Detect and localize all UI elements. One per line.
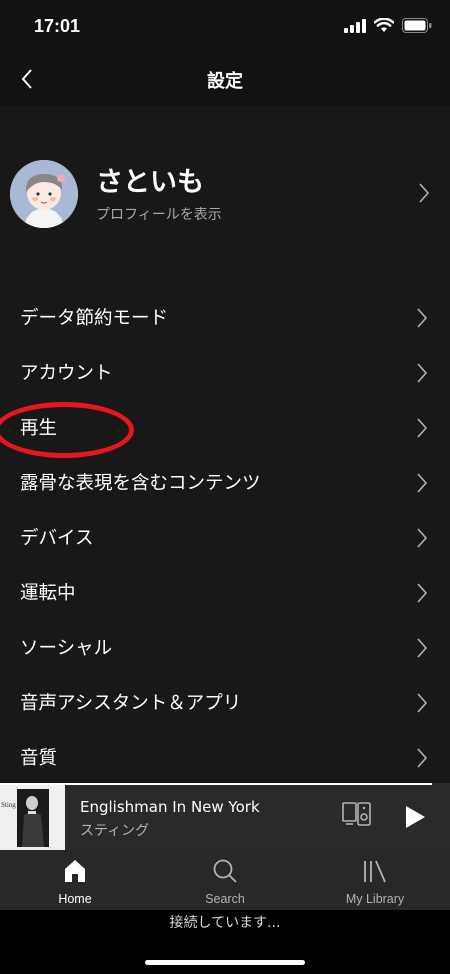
chevron-right-icon xyxy=(419,183,430,203)
profile-name: さといも xyxy=(96,167,204,198)
tab-library[interactable]: My Library xyxy=(300,850,450,910)
library-icon xyxy=(364,860,386,883)
menu-item-label: 再生 xyxy=(20,418,58,439)
album-art: Sting xyxy=(0,785,65,850)
view-profile-link: プロフィールを表示 xyxy=(96,207,222,223)
chevron-right-icon xyxy=(417,473,428,493)
page-title: 設定 xyxy=(207,71,243,92)
play-icon[interactable] xyxy=(404,805,426,829)
menu-item-data-saver[interactable]: データ節約モード xyxy=(0,290,450,345)
menu-item-label: 音質 xyxy=(20,748,58,769)
settings-menu: データ節約モード アカウント 再生 露骨な表現を含むコンテンツ デバイス 運転中… xyxy=(0,290,450,785)
tab-label: Home xyxy=(58,892,92,906)
menu-item-devices[interactable]: デバイス xyxy=(0,510,450,565)
home-icon xyxy=(65,860,85,882)
chevron-right-icon xyxy=(417,528,428,548)
status-bar: 17:01 xyxy=(0,0,450,52)
battery-icon xyxy=(402,18,432,33)
menu-item-voice-assistants[interactable]: 音声アシスタント＆アプリ xyxy=(0,675,450,730)
connection-status-bar: 接続しています... xyxy=(0,910,450,974)
menu-item-social[interactable]: ソーシャル xyxy=(0,620,450,675)
menu-item-playback[interactable]: 再生 xyxy=(0,400,450,458)
home-indicator[interactable] xyxy=(145,960,305,965)
tab-search[interactable]: Search xyxy=(150,850,300,910)
track-artist: スティング xyxy=(80,823,150,839)
mini-player[interactable]: Sting Englishman In New York スティング xyxy=(0,783,450,850)
navigation-bar: 設定 xyxy=(0,52,450,106)
menu-item-explicit-content[interactable]: 露骨な表現を含むコンテンツ xyxy=(0,455,450,510)
tab-bar: Home Search My Library xyxy=(0,850,450,910)
menu-item-audio-quality[interactable]: 音質 xyxy=(0,730,450,785)
menu-item-label: アカウント xyxy=(20,363,113,384)
tab-label: My Library xyxy=(345,892,405,906)
menu-item-label: 運転中 xyxy=(20,583,76,604)
avatar xyxy=(10,160,78,228)
tab-home[interactable]: Home xyxy=(0,850,150,910)
profile-row[interactable]: さといも プロフィールを表示 xyxy=(0,158,450,238)
menu-item-label: デバイス xyxy=(20,528,94,549)
chevron-right-icon xyxy=(417,308,428,328)
menu-item-label: 音声アシスタント＆アプリ xyxy=(20,693,242,714)
status-time: 17:01 xyxy=(34,16,81,36)
wifi-icon xyxy=(374,18,394,32)
search-icon xyxy=(213,859,237,883)
menu-item-label: ソーシャル xyxy=(20,638,113,659)
chevron-right-icon xyxy=(417,638,428,658)
track-title: Englishman In New York xyxy=(80,798,260,816)
menu-item-account[interactable]: アカウント xyxy=(0,345,450,400)
menu-item-label: データ節約モード xyxy=(20,308,169,329)
menu-item-label: 露骨な表現を含むコンテンツ xyxy=(20,473,261,494)
tab-label: Search xyxy=(205,892,245,906)
settings-content: さといも プロフィールを表示 データ節約モード アカウント 再生 露骨な表現を含… xyxy=(0,106,450,783)
chevron-right-icon xyxy=(417,583,428,603)
menu-item-car[interactable]: 運転中 xyxy=(0,565,450,620)
status-icons xyxy=(344,18,432,33)
cellular-signal-icon xyxy=(344,18,366,33)
chevron-right-icon xyxy=(417,418,428,438)
connection-status-text: 接続しています... xyxy=(169,915,281,931)
chevron-right-icon xyxy=(417,693,428,713)
album-art-text: Sting xyxy=(1,801,16,809)
chevron-right-icon xyxy=(417,363,428,383)
devices-icon[interactable] xyxy=(342,801,372,827)
chevron-right-icon xyxy=(417,748,428,768)
